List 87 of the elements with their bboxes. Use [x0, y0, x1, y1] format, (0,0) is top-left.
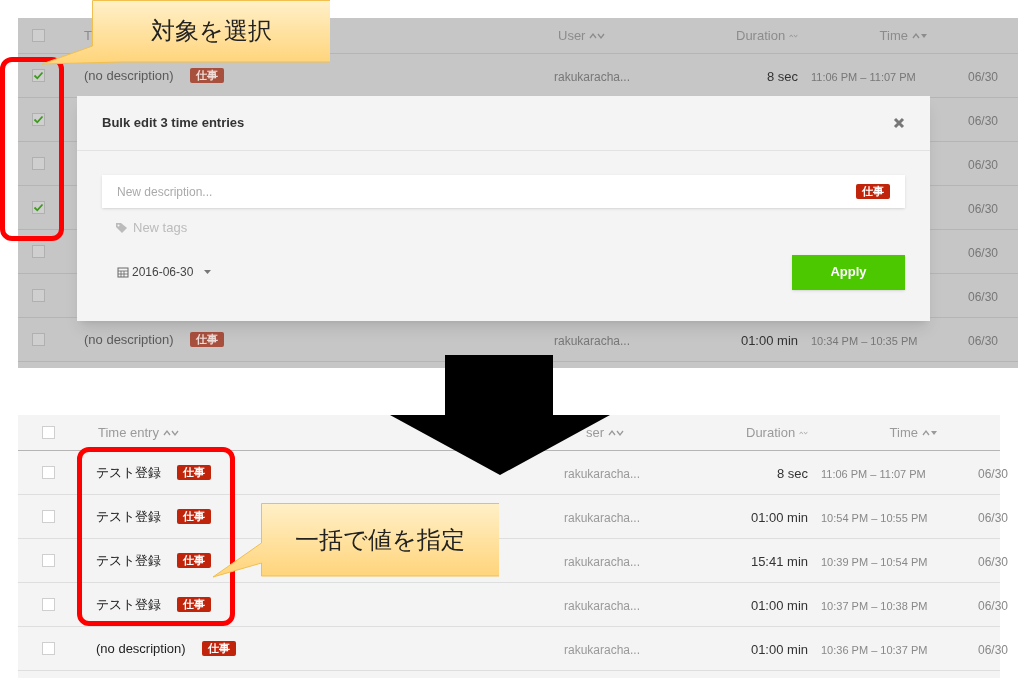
checkbox[interactable]	[32, 245, 45, 258]
checkbox[interactable]	[32, 157, 45, 170]
duration-text: 01:00 min	[740, 332, 798, 348]
date-text: 06/30	[967, 289, 998, 304]
entry-description: テスト登録	[96, 551, 161, 570]
checkbox[interactable]	[42, 554, 55, 567]
date-text: 06/30	[977, 554, 1008, 569]
tag-label: 仕事	[177, 553, 211, 568]
date-text: 06/30	[977, 510, 1008, 525]
tag-icon	[115, 221, 129, 234]
entry-description: (no description)	[96, 639, 186, 658]
dialog-title: Bulk edit 3 time entries	[102, 114, 245, 133]
sort-icon[interactable]	[912, 31, 928, 40]
time-range: 11:06 PM – 11:07 PM	[811, 70, 916, 83]
tag-label: 仕事	[189, 68, 224, 83]
user-name: rakukaracha...	[564, 642, 641, 657]
user-name: rakukaracha...	[554, 333, 631, 348]
entry-description: テスト登録	[96, 595, 161, 614]
column-header[interactable]: ser	[586, 422, 605, 443]
close-icon[interactable]	[893, 117, 905, 129]
checkbox[interactable]	[32, 29, 45, 42]
sort-icon[interactable]	[162, 428, 179, 437]
user-name: rakukaracha...	[564, 598, 641, 613]
tag-label: 仕事	[177, 509, 211, 524]
duration-text: 01:00 min	[750, 597, 808, 613]
date-text: 06/30	[967, 201, 998, 216]
duration-text: 15:41 min	[750, 553, 808, 569]
column-header[interactable]: User	[558, 25, 586, 46]
checkbox[interactable]	[42, 510, 55, 523]
checkbox[interactable]	[42, 642, 55, 655]
date-text: 06/30	[967, 157, 998, 172]
checkbox[interactable]	[32, 69, 45, 82]
checkbox[interactable]	[32, 113, 45, 126]
tags-input[interactable]: New tags	[133, 218, 188, 238]
entry-description: (no description)	[84, 330, 174, 349]
time-range: 10:37 PM – 10:38 PM	[821, 599, 928, 612]
entry-description: テスト登録	[96, 463, 161, 482]
duration-text: 01:00 min	[750, 509, 808, 525]
callout-text: 対象を選択	[150, 16, 272, 47]
sort-icon[interactable]	[589, 31, 606, 40]
time-range: 10:54 PM – 10:55 PM	[821, 511, 928, 524]
date-text: 06/30	[967, 333, 998, 348]
sort-icon[interactable]	[922, 428, 938, 437]
column-header[interactable]: Time	[889, 422, 918, 443]
column-header[interactable]: Time	[879, 25, 908, 46]
callout-text: 一括で値を指定	[295, 524, 465, 556]
sort-icon[interactable]	[789, 31, 798, 40]
date-text: 06/30	[967, 113, 998, 128]
tag-label: 仕事	[201, 641, 236, 656]
tag-label: 仕事	[189, 332, 224, 347]
tag-label: 仕事	[177, 465, 211, 480]
time-range: 10:36 PM – 10:37 PM	[821, 643, 928, 656]
checkbox[interactable]	[42, 466, 55, 479]
tag-label: 仕事	[856, 184, 890, 199]
user-name: rakukaracha...	[564, 554, 641, 569]
tag-label: 仕事	[177, 597, 211, 612]
sort-icon[interactable]	[799, 428, 808, 437]
checkbox[interactable]	[32, 333, 45, 346]
sort-icon[interactable]	[608, 428, 625, 437]
date-text: 06/30	[967, 245, 998, 260]
duration-text: 8 sec	[776, 465, 808, 481]
checkbox[interactable]	[32, 201, 45, 214]
caret-icon[interactable]	[204, 270, 212, 274]
user-name: rakukaracha...	[564, 466, 641, 481]
time-range: 10:34 PM – 10:35 PM	[811, 334, 918, 347]
user-name: rakukaracha...	[554, 69, 631, 84]
column-header[interactable]: Time entry	[98, 422, 159, 443]
date-text: 06/30	[977, 466, 1008, 481]
duration-text: 8 sec	[766, 68, 798, 84]
date-text: 06/30	[967, 69, 998, 84]
entry-description: (no description)	[84, 66, 174, 85]
checkbox[interactable]	[42, 598, 55, 611]
checkbox[interactable]	[42, 426, 55, 439]
time-range: 11:06 PM – 11:07 PM	[821, 467, 926, 480]
entry-description: テスト登録	[96, 507, 161, 526]
date-picker[interactable]: 2016-06-30	[102, 263, 212, 281]
column-header[interactable]: T	[84, 25, 92, 46]
apply-button[interactable]: Apply	[792, 254, 905, 290]
time-range: 10:39 PM – 10:54 PM	[821, 555, 928, 568]
user-name: rakukaracha...	[564, 510, 641, 525]
column-header[interactable]: Duration	[746, 422, 796, 443]
date-text: 06/30	[977, 598, 1008, 613]
calendar-icon	[117, 266, 129, 278]
checkbox[interactable]	[32, 289, 45, 302]
duration-text: 01:00 min	[750, 641, 808, 657]
date-text: 06/30	[977, 642, 1008, 657]
column-header[interactable]: Duration	[736, 25, 786, 46]
